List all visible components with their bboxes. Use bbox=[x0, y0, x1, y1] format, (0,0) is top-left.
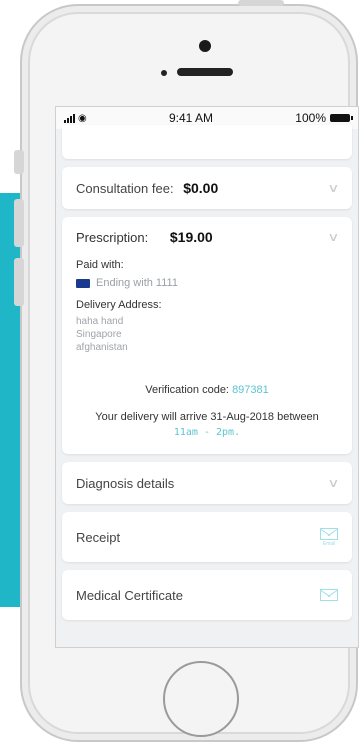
address-line: afghanistan bbox=[76, 342, 128, 353]
verification-label: Verification code: bbox=[145, 384, 229, 396]
diagnosis-details-label: Diagnosis details bbox=[76, 475, 175, 491]
signal-icon bbox=[64, 113, 75, 123]
status-time: 9:41 AM bbox=[169, 111, 214, 125]
battery-icon bbox=[330, 114, 353, 122]
medical-certificate-row[interactable]: Medical Certificate bbox=[62, 570, 352, 620]
prescription-card: Prescription: $19.00 ∨ Paid with: Ending… bbox=[62, 217, 352, 454]
delivery-address-label: Delivery Address: bbox=[76, 299, 162, 311]
receipt-row[interactable]: Receipt Email bbox=[62, 512, 352, 562]
consultation-fee-label: Consultation fee: bbox=[76, 181, 174, 196]
earpiece-speaker bbox=[177, 68, 233, 76]
power-button bbox=[238, 0, 284, 6]
home-button[interactable] bbox=[163, 661, 239, 737]
chevron-down-icon[interactable]: ∨ bbox=[327, 230, 339, 244]
status-left: ◉ bbox=[64, 113, 87, 124]
email-receipt[interactable]: Email bbox=[320, 527, 338, 547]
wifi-icon: ◉ bbox=[78, 112, 87, 124]
prescription-amount: $19.00 bbox=[169, 229, 213, 245]
sensor-dot bbox=[161, 70, 167, 76]
consultation-fee-row[interactable]: Consultation fee: $0.00 ∨ bbox=[62, 167, 352, 209]
chevron-down-icon[interactable]: ∨ bbox=[327, 476, 339, 490]
visa-card-icon bbox=[76, 278, 90, 288]
verification-code-line: Verification code: 897381 bbox=[76, 384, 338, 396]
previous-card bbox=[62, 125, 352, 159]
chevron-down-icon[interactable]: ∨ bbox=[327, 181, 339, 195]
delivery-info: Your delivery will arrive 31-Aug-2018 be… bbox=[76, 410, 338, 440]
verification-code: 897381 bbox=[232, 384, 269, 396]
volume-down-button bbox=[14, 258, 24, 306]
diagnosis-details-row[interactable]: Diagnosis details ∨ bbox=[62, 462, 352, 504]
delivery-time: 11am - 2pm. bbox=[173, 427, 241, 438]
consultation-fee-text: Consultation fee: $0.00 bbox=[76, 180, 218, 196]
address-line: Singapore bbox=[76, 329, 122, 340]
receipt-label: Receipt bbox=[76, 529, 121, 545]
battery-status: 100% bbox=[295, 111, 353, 125]
delivery-address: haha hand Singapore afghanistan bbox=[76, 315, 338, 354]
card-ending-text: Ending with 1111 bbox=[96, 277, 178, 289]
email-caption: Email bbox=[322, 540, 336, 547]
paid-with-label: Paid with: bbox=[76, 259, 124, 271]
medical-certificate-label: Medical Certificate bbox=[76, 587, 183, 603]
mute-switch bbox=[14, 150, 24, 174]
address-line: haha hand bbox=[76, 316, 124, 327]
email-icon bbox=[320, 527, 338, 540]
payment-card: Ending with 1111 bbox=[76, 277, 338, 289]
delivery-text: Your delivery will arrive 31-Aug-2018 be… bbox=[95, 411, 319, 423]
email-certificate[interactable] bbox=[320, 589, 338, 601]
scroll-content: Consultation fee: $0.00 ∨ Prescription: … bbox=[56, 125, 358, 620]
prescription-label: Prescription: bbox=[76, 230, 149, 245]
prescription-header[interactable]: Prescription: $19.00 ∨ bbox=[76, 229, 340, 245]
front-camera bbox=[199, 40, 211, 52]
email-icon bbox=[320, 589, 338, 601]
volume-up-button bbox=[14, 199, 24, 247]
consultation-fee-amount: $0.00 bbox=[183, 180, 219, 196]
phone-screen: ◉ 9:41 AM 100% Consultation fee: $0.00 ∨… bbox=[55, 106, 359, 648]
battery-percentage: 100% bbox=[295, 111, 326, 125]
